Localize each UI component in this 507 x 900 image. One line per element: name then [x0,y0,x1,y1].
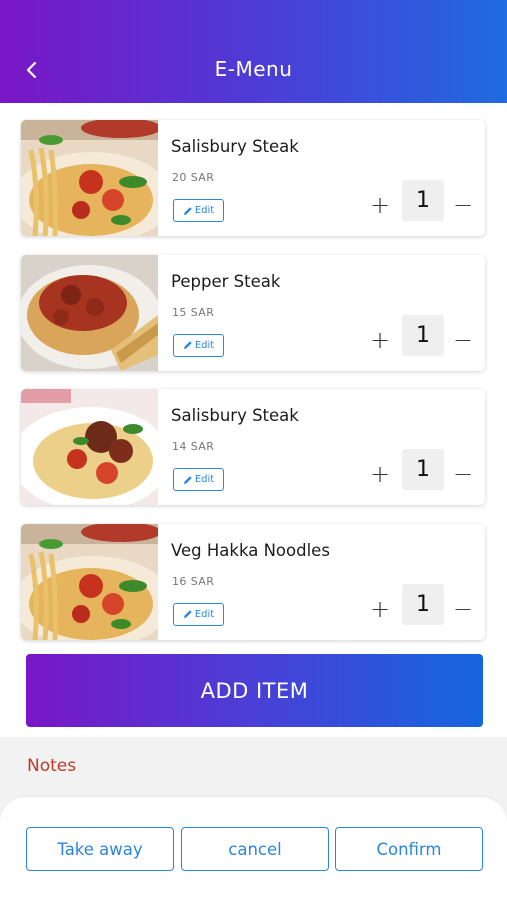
menu-item-card: Veg Hakka Noodles 16 SAR Edit + 1 − [21,523,485,640]
menu-item-card: Salisbury Steak 14 SAR Edit + 1 − [21,389,485,505]
increase-quantity-button[interactable]: + [366,459,394,489]
notes-label: Notes [27,756,77,776]
menu-item-card: Salisbury Steak 20 SAR Edit + 1 − [21,120,485,236]
edit-label: Edit [194,474,215,485]
menu-item-card: Pepper Steak 15 SAR Edit + 1 − [21,254,485,371]
edit-button[interactable]: Edit [173,602,224,626]
pencil-icon [183,610,192,618]
edit-label: Edit [194,205,215,216]
decrease-quantity-button[interactable]: − [449,459,477,489]
decrease-quantity-button[interactable]: − [449,594,477,624]
quantity-value: 1 [402,449,444,490]
pencil-icon [183,341,192,349]
quantity-value: 1 [402,180,444,221]
confirm-button[interactable]: Confirm [335,827,483,871]
menu-item-list: Salisbury Steak 20 SAR Edit + 1 − Pepper… [21,120,485,658]
chevron-left-icon [26,61,37,79]
edit-label: Edit [194,608,215,620]
add-item-button[interactable]: ADD ITEM [26,654,483,727]
item-price: 14 SAR [172,440,215,453]
decrease-quantity-button[interactable]: − [449,325,477,355]
cancel-button[interactable]: cancel [181,827,329,871]
item-name: Salisbury Steak [171,137,299,156]
item-price: 15 SAR [172,305,215,319]
item-price: 20 SAR [172,171,215,184]
item-name: Pepper Steak [171,271,281,291]
pencil-icon [183,206,192,215]
edit-button[interactable]: Edit [173,468,224,491]
food-image [21,120,158,236]
increase-quantity-button[interactable]: + [366,325,394,355]
back-button[interactable] [18,54,46,86]
edit-button[interactable]: Edit [173,333,224,357]
item-name: Salisbury Steak [171,406,299,425]
quantity-value: 1 [402,583,444,625]
food-image [21,523,158,640]
increase-quantity-button[interactable]: + [366,594,394,624]
quantity-value: 1 [402,314,444,356]
edit-label: Edit [194,339,215,351]
edit-button[interactable]: Edit [173,199,224,222]
food-image [21,254,158,371]
app-header: E-Menu [0,0,507,103]
take-away-button[interactable]: Take away [26,827,174,871]
page-title: E-Menu [214,56,293,81]
food-image [21,389,158,505]
item-name: Veg Hakka Noodles [171,540,330,560]
pencil-icon [183,475,192,484]
item-price: 16 SAR [172,574,215,588]
increase-quantity-button[interactable]: + [366,190,394,220]
decrease-quantity-button[interactable]: − [449,190,477,220]
